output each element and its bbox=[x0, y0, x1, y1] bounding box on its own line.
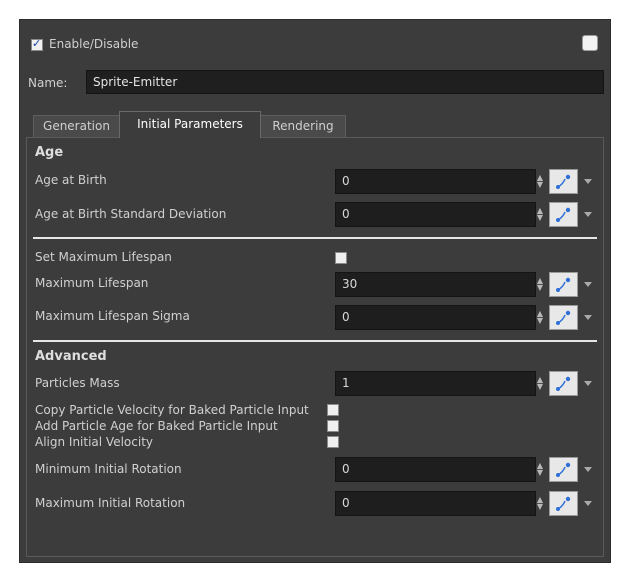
tab-generation[interactable]: Generation bbox=[33, 115, 120, 137]
set-max-lifespan-checkbox[interactable] bbox=[335, 252, 347, 264]
align-velocity-label: Align Initial Velocity bbox=[35, 435, 154, 449]
function-curve-icon[interactable] bbox=[549, 272, 578, 297]
add-age-label: Add Particle Age for Baked Particle Inpu… bbox=[35, 419, 278, 433]
name-label: Name: bbox=[28, 76, 68, 90]
max-lifespan-field[interactable]: 30 bbox=[335, 272, 536, 297]
function-curve-icon[interactable] bbox=[549, 491, 578, 516]
section-advanced-title: Advanced bbox=[35, 349, 107, 364]
tab-content: Age Age at Birth 0 ▲ ▼ Age at Birth Stand… bbox=[26, 137, 604, 557]
align-velocity-checkbox[interactable] bbox=[327, 436, 339, 448]
particles-mass-label: Particles Mass bbox=[35, 376, 120, 390]
min-rotation-label: Minimum Initial Rotation bbox=[35, 462, 182, 476]
max-lifespan-sigma-label: Maximum Lifespan Sigma bbox=[35, 309, 190, 323]
max-rotation-label: Maximum Initial Rotation bbox=[35, 496, 186, 510]
enable-checkbox[interactable] bbox=[31, 37, 43, 51]
add-age-checkbox[interactable] bbox=[327, 420, 339, 432]
section-age-title: Age bbox=[35, 145, 64, 160]
min-rotation-field[interactable]: 0 bbox=[335, 457, 536, 482]
max-rotation-field[interactable]: 0 bbox=[335, 491, 536, 516]
function-curve-icon[interactable] bbox=[549, 169, 578, 194]
dropdown-arrow-icon[interactable] bbox=[584, 212, 592, 217]
name-field[interactable]: Sprite-Emitter bbox=[86, 70, 604, 94]
max-lifespan-sigma-field[interactable]: 0 bbox=[335, 305, 536, 330]
age-at-birth-field[interactable]: 0 bbox=[335, 169, 536, 194]
separator bbox=[33, 237, 597, 239]
dropdown-arrow-icon[interactable] bbox=[584, 282, 592, 287]
set-max-lifespan-label: Set Maximum Lifespan bbox=[35, 250, 172, 264]
age-sd-label: Age at Birth Standard Deviation bbox=[35, 207, 227, 221]
function-curve-icon[interactable] bbox=[549, 457, 578, 482]
tab-rendering[interactable]: Rendering bbox=[260, 115, 346, 137]
max-lifespan-label: Maximum Lifespan bbox=[35, 276, 149, 290]
name-value: Sprite-Emitter bbox=[93, 75, 178, 89]
age-sd-field[interactable]: 0 bbox=[335, 202, 536, 227]
spin-arrows-icon[interactable]: ▲ ▼ bbox=[536, 376, 544, 391]
copy-velocity-checkbox[interactable] bbox=[327, 404, 339, 416]
color-swatch-button[interactable] bbox=[582, 35, 598, 51]
spin-arrows-icon[interactable]: ▲ ▼ bbox=[536, 496, 544, 511]
function-curve-icon[interactable] bbox=[549, 202, 578, 227]
dropdown-arrow-icon[interactable] bbox=[584, 315, 592, 320]
dropdown-arrow-icon[interactable] bbox=[584, 467, 592, 472]
separator bbox=[33, 340, 597, 342]
spin-arrows-icon[interactable]: ▲ ▼ bbox=[536, 174, 544, 189]
particles-mass-field[interactable]: 1 bbox=[335, 371, 536, 396]
spin-arrows-icon[interactable]: ▲ ▼ bbox=[536, 462, 544, 477]
dropdown-arrow-icon[interactable] bbox=[584, 381, 592, 386]
enable-label: Enable/Disable bbox=[49, 37, 139, 51]
spin-arrows-icon[interactable]: ▲ ▼ bbox=[536, 310, 544, 325]
function-curve-icon[interactable] bbox=[549, 305, 578, 330]
function-curve-icon[interactable] bbox=[549, 371, 578, 396]
tab-initial-parameters[interactable]: Initial Parameters bbox=[119, 111, 261, 138]
spin-arrows-icon[interactable]: ▲ ▼ bbox=[536, 277, 544, 292]
dropdown-arrow-icon[interactable] bbox=[584, 501, 592, 506]
properties-panel: Enable/Disable Name: Sprite-Emitter Gene… bbox=[19, 19, 611, 563]
dropdown-arrow-icon[interactable] bbox=[584, 179, 592, 184]
age-at-birth-label: Age at Birth bbox=[35, 173, 107, 187]
spin-arrows-icon[interactable]: ▲ ▼ bbox=[536, 207, 544, 222]
copy-velocity-label: Copy Particle Velocity for Baked Particl… bbox=[35, 403, 309, 417]
